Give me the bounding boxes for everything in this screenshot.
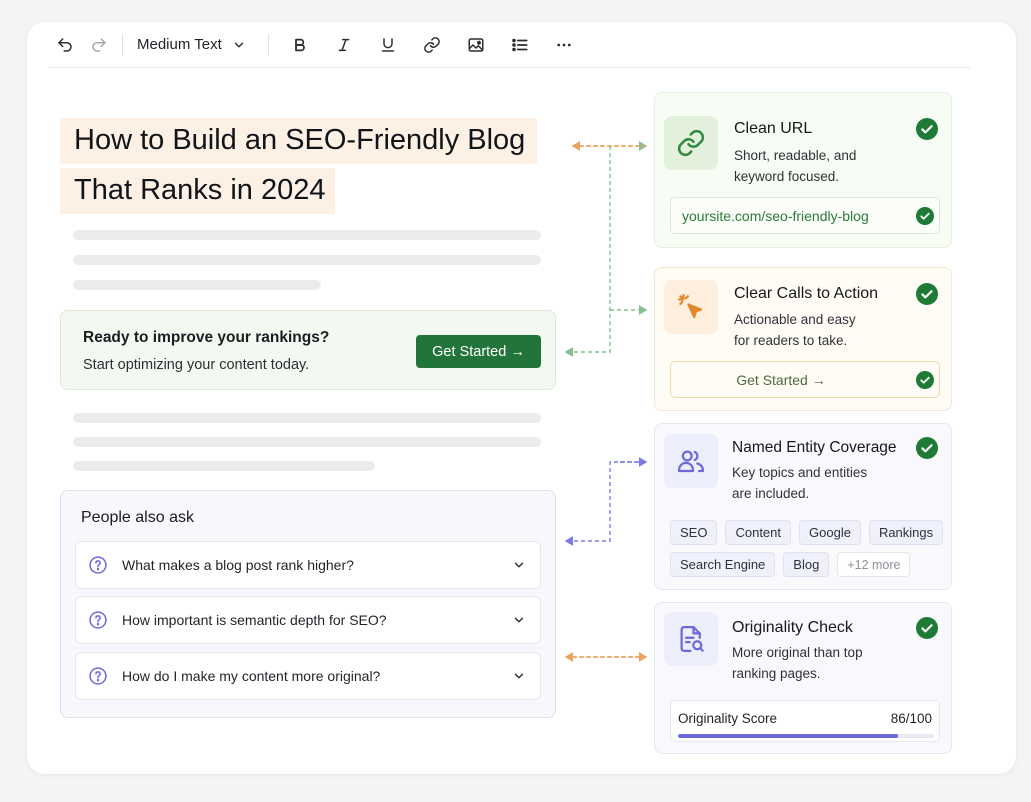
cta-subtitle: Start optimizing your content today. — [83, 357, 310, 373]
question-icon — [89, 667, 107, 685]
underline-icon[interactable] — [371, 28, 405, 62]
chevron-down-icon — [234, 42, 243, 47]
score-label: Originality Score — [678, 711, 778, 726]
article-title[interactable]: How to Build an SEO-Friendly Blog That R… — [60, 118, 538, 214]
italic-icon[interactable] — [327, 28, 361, 62]
chevron-down-icon — [514, 562, 524, 568]
text-style-select[interactable]: Medium Text — [129, 36, 254, 53]
undo-icon[interactable] — [48, 28, 82, 62]
score-progress-track — [678, 734, 934, 738]
entity-tag[interactable]: Blog — [783, 552, 830, 577]
formatting-toolbar: Medium Text — [48, 22, 970, 68]
check-title: Originality Check — [732, 619, 853, 636]
list-icon[interactable] — [503, 28, 537, 62]
check-title: Clean URL — [734, 120, 813, 137]
desc-line: Short, readable, and — [734, 148, 857, 163]
entity-tag[interactable]: Content — [725, 520, 792, 545]
placeholder-line — [73, 413, 541, 423]
placeholder-line — [73, 437, 541, 447]
check-circle-icon — [916, 437, 938, 459]
check-description: Actionable and easy for readers to take. — [734, 309, 904, 351]
link-icon[interactable] — [415, 28, 449, 62]
chevron-down-icon — [514, 673, 524, 679]
paa-question-item[interactable]: How do I make my content more original? — [75, 652, 541, 700]
desc-line: ranking pages. — [732, 666, 821, 681]
get-started-button[interactable]: Get Started → — [416, 335, 541, 368]
check-description: Short, readable, and keyword focused. — [734, 145, 904, 187]
check-title: Clear Calls to Action — [734, 285, 879, 302]
question-icon — [89, 556, 107, 574]
more-tags-badge[interactable]: +12 more — [837, 552, 911, 577]
desc-line: are included. — [732, 486, 810, 501]
cta-title: Ready to improve your rankings? — [83, 329, 330, 346]
placeholder-line — [73, 461, 375, 471]
check-circle-icon — [916, 118, 938, 140]
desc-line: keyword focused. — [734, 169, 840, 184]
originality-score: Originality Score 86/100 — [670, 700, 940, 742]
check-circle-icon — [916, 371, 934, 389]
paa-question-text: How do I make my content more original? — [122, 668, 381, 684]
check-calls-to-action: Clear Calls to Action Actionable and eas… — [654, 267, 952, 411]
desc-line: Actionable and easy — [734, 312, 856, 327]
score-value: 86/100 — [890, 711, 932, 726]
toolbar-divider — [267, 33, 269, 56]
check-originality: Originality Check More original than top… — [654, 602, 952, 754]
placeholder-line — [73, 255, 541, 265]
check-description: Key topics and entities are included. — [732, 462, 902, 504]
cursor-click-icon — [664, 280, 718, 334]
paa-question-item[interactable]: What makes a blog post rank higher? — [75, 541, 541, 589]
image-icon[interactable] — [459, 28, 493, 62]
chevron-down-icon — [514, 617, 524, 623]
desc-line: Key topics and entities — [732, 465, 868, 480]
check-title: Named Entity Coverage — [732, 439, 897, 456]
entity-tags: SEO Content Google Rankings Search Engin… — [670, 520, 950, 577]
check-circle-icon — [916, 283, 938, 305]
desc-line: More original than top — [732, 645, 863, 660]
more-icon[interactable] — [547, 28, 581, 62]
url-field[interactable]: yoursite.com/seo-friendly-blog — [670, 197, 940, 234]
entity-tag[interactable]: Search Engine — [670, 552, 776, 577]
title-line-1: How to Build an SEO-Friendly Blog — [60, 118, 538, 164]
document-check-icon — [664, 612, 718, 666]
placeholder-line — [73, 280, 321, 290]
check-clean-url: Clean URL Short, readable, and keyword f… — [654, 92, 952, 248]
redo-icon[interactable] — [82, 28, 116, 62]
entity-tag[interactable]: SEO — [670, 520, 718, 545]
score-progress-fill — [678, 734, 899, 738]
paa-question-text: How important is semantic depth for SEO? — [122, 612, 387, 628]
text-style-label: Medium Text — [137, 36, 222, 53]
link-icon — [664, 116, 718, 170]
check-description: More original than top ranking pages. — [732, 642, 902, 684]
users-icon — [664, 434, 718, 488]
cta-preview-button[interactable]: Get Started → — [670, 361, 940, 398]
check-entity-coverage: Named Entity Coverage Key topics and ent… — [654, 423, 952, 590]
check-circle-icon — [916, 617, 938, 639]
placeholder-line — [73, 230, 541, 240]
url-text: yoursite.com/seo-friendly-blog — [682, 207, 869, 224]
entity-tag[interactable]: Google — [799, 520, 861, 545]
paa-title: People also ask — [81, 509, 194, 526]
paa-question-item[interactable]: How important is semantic depth for SEO? — [75, 596, 541, 644]
entity-tag[interactable]: Rankings — [868, 520, 944, 545]
title-line-2: That Ranks in 2024 — [60, 168, 336, 214]
people-also-ask: People also ask What makes a blog post r… — [60, 490, 556, 718]
question-icon — [89, 611, 107, 629]
cta-preview-label: Get Started → — [736, 371, 826, 388]
paa-question-text: What makes a blog post rank higher? — [122, 557, 354, 573]
desc-line: for readers to take. — [734, 333, 848, 348]
bold-icon[interactable] — [283, 28, 317, 62]
check-circle-icon — [916, 207, 934, 225]
toolbar-divider — [122, 33, 123, 56]
cta-block: Ready to improve your rankings? Start op… — [60, 310, 556, 390]
